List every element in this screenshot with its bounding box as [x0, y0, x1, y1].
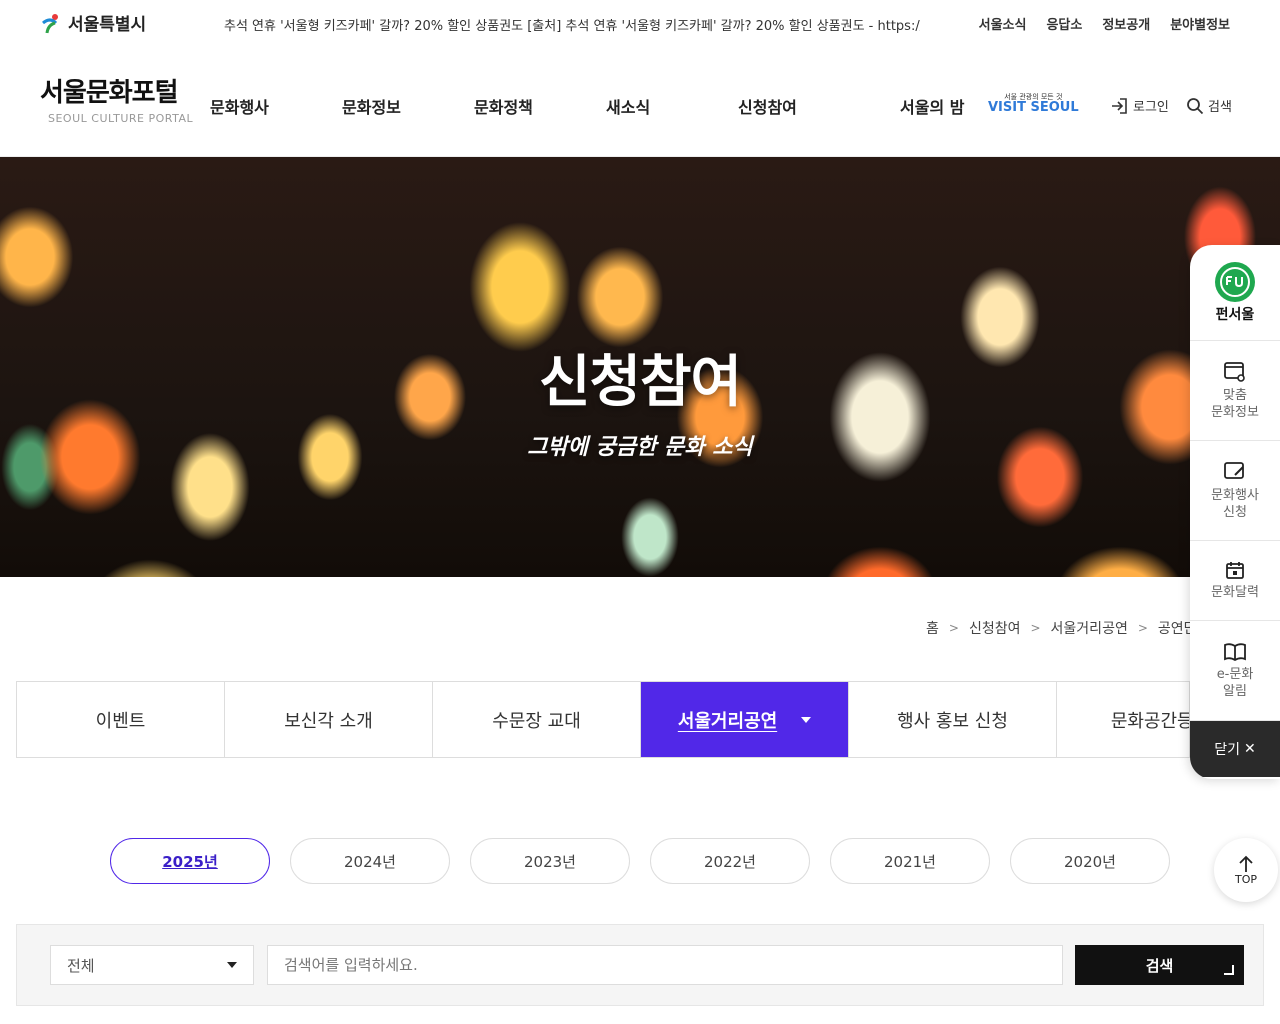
year-button-2025[interactable]: 2025년	[110, 838, 270, 884]
site-logo-english: SEOUL CULTURE PORTAL	[48, 112, 194, 125]
year-button-2023[interactable]: 2023년	[470, 838, 630, 884]
corner-decoration	[1224, 965, 1234, 975]
tab-street-performance-label: 서울거리공연	[677, 710, 778, 732]
quick-e-culture-line2: 알림	[1223, 683, 1247, 699]
util-link-info-open[interactable]: 정보공개	[1102, 14, 1150, 33]
caret-down-icon	[227, 962, 237, 968]
site-logo-korean: 서울문화포털	[40, 78, 179, 108]
quick-e-culture-line1: e-문화	[1216, 666, 1254, 682]
seoul-night-logo[interactable]: 서울의 밤	[900, 94, 964, 118]
search-input[interactable]	[267, 945, 1063, 985]
year-filter: 2025년 2024년 2023년 2022년 2021년 2020년	[110, 838, 1170, 884]
visit-seoul-logo[interactable]: 서울 관광의 모든 것 VISIT SEOUL	[988, 94, 1079, 115]
site-logo[interactable]: 서울문화포털 SEOUL CULTURE PORTAL	[40, 78, 193, 125]
main-header: 서울문화포털 SEOUL CULTURE PORTAL 문화행사 문화정보 문화…	[0, 48, 1280, 157]
breadcrumb-home[interactable]: 홈	[926, 618, 939, 638]
search-button[interactable]: 검색	[1186, 96, 1232, 115]
search-icon	[1187, 97, 1204, 114]
breadcrumb-apply[interactable]: 신청참여	[969, 618, 1021, 638]
tab-culture-space[interactable]: 문화공간등록	[1057, 682, 1189, 757]
utility-links: 서울소식 응답소 정보공개 분야별정보	[979, 14, 1230, 33]
nav-menu-culture-info[interactable]: 문화정보	[342, 94, 401, 118]
hero-subtitle: 그밖에 궁금한 문화 소식	[527, 435, 753, 460]
quick-menu: 펀서울 맞춤 문화정보 문화행사 신청 문화달력 e-문화 알림 닫기 ✕	[1190, 245, 1280, 779]
quick-fun-seoul-label: 펀서울	[1215, 307, 1255, 323]
arrow-up-icon	[1239, 855, 1253, 872]
hero-title: 신청참여	[538, 350, 742, 415]
login-label: 로그인	[1133, 100, 1169, 115]
scroll-top-label: TOP	[1234, 872, 1257, 886]
seoul-logo-text: 서울특별시	[68, 15, 147, 35]
quick-menu-close-button[interactable]: 닫기 ✕	[1190, 721, 1280, 777]
login-icon	[1112, 97, 1127, 114]
search-submit-label: 검색	[1145, 957, 1174, 975]
search-panel: 전체 검색	[16, 924, 1264, 1006]
visit-seoul-text: VISIT SEOUL	[988, 100, 1079, 115]
quick-event-apply-line1: 문화행사	[1211, 487, 1259, 503]
quick-custom-line1: 맞춤	[1223, 387, 1247, 403]
search-submit-button[interactable]: 검색	[1075, 945, 1244, 985]
seoul-logo-icon	[42, 13, 58, 33]
chevron-right-icon: >	[948, 621, 959, 635]
news-ticker[interactable]: 추석 연휴 '서울형 키즈카페' 갈까? 20% 할인 상품권도 [출처] 추석…	[220, 15, 920, 34]
caret-down-icon	[801, 716, 812, 723]
nav-menu-apply[interactable]: 신청참여	[738, 94, 797, 118]
nav-menu-news[interactable]: 새소식	[606, 94, 650, 118]
fun-seoul-icon	[1215, 262, 1255, 302]
util-link-seoul-news[interactable]: 서울소식	[979, 14, 1027, 33]
quick-event-apply-line2: 신청	[1223, 504, 1247, 520]
quick-e-culture-alert[interactable]: e-문화 알림	[1190, 621, 1280, 721]
quick-custom-culture-info[interactable]: 맞춤 문화정보	[1190, 341, 1280, 441]
year-button-2021[interactable]: 2021년	[830, 838, 990, 884]
quick-custom-line2: 문화정보	[1211, 404, 1259, 420]
ticker-text[interactable]: 추석 연휴 '서울형 키즈카페' 갈까? 20% 할인 상품권도 [출처] 추석…	[224, 15, 920, 34]
calendar-icon	[1226, 562, 1244, 579]
breadcrumb-troupe[interactable]: 공연단	[1158, 618, 1190, 638]
quick-close-label: 닫기	[1214, 742, 1241, 758]
sub-tabs: 이벤트 보신각 소개 수문장 교대 서울거리공연 행사 홍보 신청 문화공간등록	[16, 681, 1190, 758]
year-button-2024[interactable]: 2024년	[290, 838, 450, 884]
tab-event-promo[interactable]: 행사 홍보 신청	[849, 682, 1057, 757]
search-label: 검색	[1208, 100, 1232, 115]
quick-fun-seoul[interactable]: 펀서울	[1190, 245, 1280, 341]
top-utility-bar: 서울특별시 추석 연휴 '서울형 키즈카페' 갈까? 20% 할인 상품권도 […	[0, 0, 1280, 48]
edit-window-icon	[1224, 461, 1244, 479]
year-button-2022[interactable]: 2022년	[650, 838, 810, 884]
seoul-city-logo[interactable]: 서울특별시	[40, 10, 146, 35]
year-button-2020[interactable]: 2020년	[1010, 838, 1170, 884]
tab-event[interactable]: 이벤트	[17, 682, 225, 757]
quick-event-apply[interactable]: 문화행사 신청	[1190, 441, 1280, 541]
quick-calendar-label: 문화달력	[1211, 585, 1259, 600]
tab-bosingak[interactable]: 보신각 소개	[225, 682, 433, 757]
category-select[interactable]: 전체	[50, 945, 254, 985]
settings-window-icon	[1224, 361, 1245, 382]
close-icon: ✕	[1244, 741, 1256, 757]
book-icon	[1224, 642, 1246, 661]
category-select-value: 전체	[67, 956, 95, 975]
login-button[interactable]: 로그인	[1110, 96, 1169, 115]
scroll-top-button[interactable]: TOP	[1214, 838, 1278, 902]
breadcrumb: 홈 > 신청참여 > 서울거리공연 > 공연단	[916, 618, 1190, 638]
nav-menu-culture-policy[interactable]: 문화정책	[474, 94, 533, 118]
tab-street-performance[interactable]: 서울거리공연	[641, 682, 849, 757]
nav-menu-events[interactable]: 문화행사	[210, 94, 269, 118]
util-link-field-info[interactable]: 분야별정보	[1170, 14, 1230, 33]
quick-culture-calendar[interactable]: 문화달력	[1190, 541, 1280, 621]
util-link-eungdapso[interactable]: 응답소	[1046, 14, 1082, 33]
chevron-right-icon: >	[1137, 621, 1148, 635]
hero-banner: 신청참여 그밖에 궁금한 문화 소식	[0, 157, 1280, 577]
breadcrumb-street-performance[interactable]: 서울거리공연	[1051, 618, 1128, 638]
tab-guard-ceremony[interactable]: 수문장 교대	[433, 682, 641, 757]
chevron-right-icon: >	[1030, 621, 1041, 635]
